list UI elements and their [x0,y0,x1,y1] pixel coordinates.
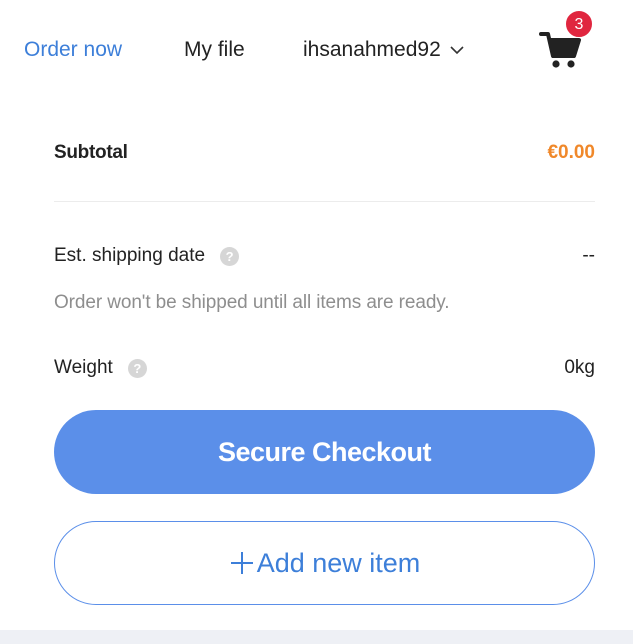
help-icon[interactable]: ? [220,246,240,266]
my-file-link[interactable]: My file [184,37,245,63]
add-new-item-label: Add new item [256,547,421,578]
order-now-link[interactable]: Order now [24,37,122,63]
help-icon[interactable]: ? [127,358,147,378]
subtotal-label: Subtotal [54,142,128,163]
cart-button[interactable]: 3 [539,10,593,68]
weight-label: Weight [54,357,113,378]
secure-checkout-label: Secure Checkout [217,436,432,467]
shipping-note: Order won't be shipped until all items a… [54,292,450,313]
weight-row: Weight ? 0kg [54,354,595,382]
footer-strip [0,630,633,644]
secure-checkout-button[interactable]: Secure Checkout [54,410,595,494]
weight-value: 0kg [564,357,595,378]
chevron-down-icon [450,46,464,55]
subtotal-row: Subtotal €0.00 [54,140,595,166]
add-new-item-button[interactable]: Add new item [54,521,595,605]
shipping-date-label-group: Est. shipping date ? [54,245,240,267]
weight-label-group: Weight ? [54,357,147,379]
shipping-date-label: Est. shipping date [54,245,206,266]
cart-count-badge: 3 [565,10,593,38]
username-label: ihsanahmed92 [303,38,441,61]
shipping-date-value: -- [582,245,595,266]
subtotal-value: €0.00 [547,142,595,163]
divider [54,201,595,202]
shipping-date-row: Est. shipping date ? -- [54,242,595,270]
user-menu[interactable]: ihsanahmed92 [303,37,465,63]
plus-icon [230,552,253,574]
top-nav: Order now My file ihsanahmed92 3 [0,0,633,100]
